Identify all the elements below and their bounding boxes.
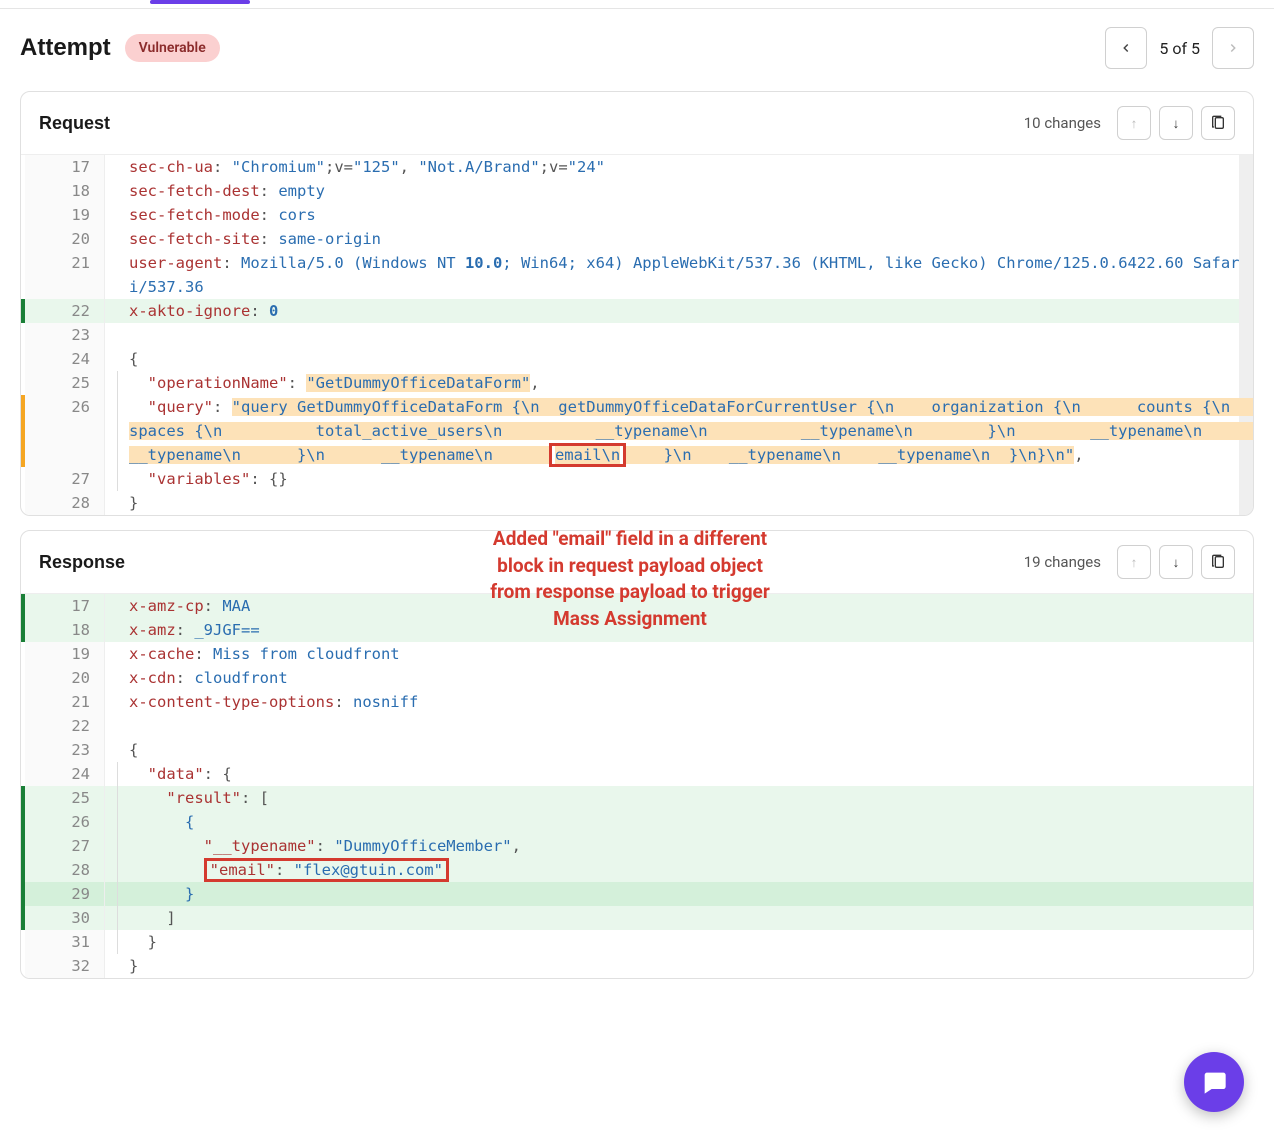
attempt-header: Attempt Vulnerable 5 of 5	[0, 9, 1274, 77]
code-line: 23	[21, 323, 1253, 347]
response-next-change-button[interactable]: ↓	[1159, 545, 1193, 579]
pager-text: 5 of 5	[1159, 39, 1200, 58]
chevron-left-icon	[1119, 41, 1133, 55]
request-prev-change-button[interactable]: ↑	[1117, 106, 1151, 140]
code-line: 25 "result": [	[21, 786, 1253, 810]
code-line: 29 }	[21, 882, 1253, 906]
clipboard-icon	[1210, 554, 1226, 570]
request-changes-count: 10 changes	[1024, 114, 1101, 132]
code-line: 28}	[21, 491, 1253, 515]
code-line: 25 "operationName": "GetDummyOfficeDataF…	[21, 371, 1253, 395]
vulnerable-badge: Vulnerable	[125, 34, 220, 62]
code-line: 24{	[21, 347, 1253, 371]
code-line: 31 }	[21, 930, 1253, 954]
pager-prev-button[interactable]	[1105, 27, 1147, 69]
code-line: 18sec-fetch-dest: empty	[21, 179, 1253, 203]
pager-next-button[interactable]	[1212, 27, 1254, 69]
request-card: Request 10 changes ↑ ↓ 17sec-ch-ua: "Chr…	[20, 91, 1254, 516]
code-line: 26 "query": "query GetDummyOfficeDataFor…	[21, 395, 1253, 467]
code-line: 22x-akto-ignore: 0	[21, 299, 1253, 323]
active-tab-indicator	[150, 0, 250, 4]
arrow-down-icon: ↓	[1173, 555, 1180, 570]
code-line: 22	[21, 714, 1253, 738]
code-line: 17sec-ch-ua: "Chromium";v="125", "Not.A/…	[21, 155, 1253, 179]
response-code-block: 17x-amz-cp: MAA18x-amz: _9JGF==19x-cache…	[21, 593, 1253, 978]
request-code-block: 17sec-ch-ua: "Chromium";v="125", "Not.A/…	[21, 154, 1253, 515]
chat-icon	[1200, 1068, 1228, 1096]
code-line: 19x-cache: Miss from cloudfront	[21, 642, 1253, 666]
arrow-up-icon: ↑	[1131, 555, 1138, 570]
code-line: 32}	[21, 954, 1253, 978]
code-line: 27 "__typename": "DummyOfficeMember",	[21, 834, 1253, 858]
clipboard-icon	[1210, 115, 1226, 131]
code-line: 23{	[21, 738, 1253, 762]
code-line: 28 "email": "flex@gtuin.com"	[21, 858, 1253, 882]
request-next-change-button[interactable]: ↓	[1159, 106, 1193, 140]
code-line: 27 "variables": {}	[21, 467, 1253, 491]
code-line: 26 {	[21, 810, 1253, 834]
code-line: 18x-amz: _9JGF==	[21, 618, 1253, 642]
code-line: 21x-content-type-options: nosniff	[21, 690, 1253, 714]
chevron-right-icon	[1226, 41, 1240, 55]
page-title: Attempt	[20, 36, 111, 60]
code-line: 21user-agent: Mozilla/5.0 (Windows NT 10…	[21, 251, 1253, 299]
request-copy-button[interactable]	[1201, 106, 1235, 140]
request-title: Request	[39, 114, 110, 132]
response-title: Response	[39, 553, 125, 571]
code-line: 20x-cdn: cloudfront	[21, 666, 1253, 690]
response-prev-change-button[interactable]: ↑	[1117, 545, 1151, 579]
code-line: 20sec-fetch-site: same-origin	[21, 227, 1253, 251]
response-copy-button[interactable]	[1201, 545, 1235, 579]
code-line: 30 ]	[21, 906, 1253, 930]
code-line: 24 "data": {	[21, 762, 1253, 786]
code-line: 19sec-fetch-mode: cors	[21, 203, 1253, 227]
arrow-down-icon: ↓	[1173, 116, 1180, 131]
pager: 5 of 5	[1105, 27, 1254, 69]
code-line: 17x-amz-cp: MAA	[21, 594, 1253, 618]
chat-fab[interactable]	[1184, 1052, 1244, 1112]
arrow-up-icon: ↑	[1131, 116, 1138, 131]
response-changes-count: 19 changes	[1024, 553, 1101, 571]
response-card: Response 19 changes ↑ ↓ 17x-amz-cp: MAA1…	[20, 530, 1254, 979]
